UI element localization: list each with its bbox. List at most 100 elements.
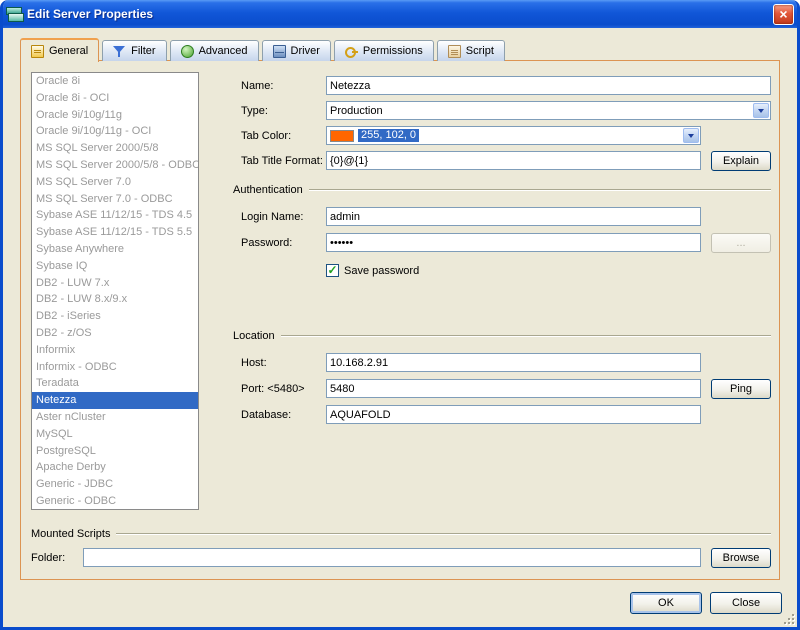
authentication-group-header: Authentication: [233, 183, 771, 197]
tab-filter-label: Filter: [131, 45, 156, 57]
host-label: Host:: [241, 356, 267, 369]
tab-color-select[interactable]: 255, 102, 0: [326, 126, 701, 145]
tab-filter[interactable]: Filter: [102, 40, 167, 61]
list-item[interactable]: Oracle 8i - OCI: [32, 90, 198, 107]
tab-permissions-label: Permissions: [362, 45, 423, 57]
database-row: Database:: [241, 405, 771, 424]
save-password-checkbox[interactable]: ✓: [326, 264, 339, 277]
filter-tab-icon: [113, 45, 126, 58]
folder-input[interactable]: [83, 548, 701, 567]
list-item[interactable]: Sybase Anywhere: [32, 241, 198, 258]
list-item[interactable]: Teradata: [32, 375, 198, 392]
database-label: Database:: [241, 408, 292, 421]
type-row: Type: Production: [241, 101, 771, 120]
list-item[interactable]: Sybase ASE 11/12/15 - TDS 5.5: [32, 224, 198, 241]
password-label: Password:: [241, 236, 293, 249]
list-item[interactable]: Sybase ASE 11/12/15 - TDS 4.5: [32, 207, 198, 224]
tab-color-row: Tab Color: 255, 102, 0: [241, 126, 771, 145]
tab-bar: General Filter Advanced Driver Permissio…: [20, 37, 505, 62]
login-name-row: Login Name:: [241, 207, 771, 226]
dialog-body: General Filter Advanced Driver Permissio…: [3, 28, 797, 627]
ping-button[interactable]: Ping: [711, 378, 771, 399]
location-group-header: Location: [233, 329, 771, 343]
color-swatch: [330, 129, 354, 142]
list-item[interactable]: MS SQL Server 7.0: [32, 174, 198, 191]
list-item[interactable]: Oracle 9i/10g/11g: [32, 107, 198, 124]
tab-color-label: Tab Color:: [241, 129, 292, 142]
permissions-tab-icon: [344, 45, 358, 58]
mounted-scripts-group-header: Mounted Scripts: [31, 527, 771, 541]
resize-grip[interactable]: [782, 612, 795, 625]
browse-button[interactable]: Browse: [711, 547, 771, 568]
login-name-input[interactable]: [326, 207, 701, 226]
list-item[interactable]: MySQL: [32, 426, 198, 443]
group-divider: [280, 335, 771, 337]
general-tab-panel: Oracle 8i Oracle 8i - OCI Oracle 9i/10g/11…: [20, 60, 780, 580]
tab-driver[interactable]: Driver: [261, 40, 331, 61]
tab-general[interactable]: General: [20, 38, 100, 62]
tab-color-value: 255, 102, 0: [358, 129, 420, 142]
titlebar[interactable]: Edit Server Properties ×: [3, 0, 797, 28]
driver-tab-icon: [272, 44, 286, 58]
location-title: Location: [233, 330, 275, 342]
list-item[interactable]: DB2 - LUW 8.x/9.x: [32, 291, 198, 308]
name-label: Name:: [241, 79, 274, 92]
list-item[interactable]: Informix - ODBC: [32, 359, 198, 376]
type-selected-value: Production: [330, 104, 383, 117]
chevron-down-icon[interactable]: [753, 103, 769, 118]
list-item[interactable]: Oracle 9i/10g/11g - OCI: [32, 123, 198, 140]
list-item[interactable]: Generic - JDBC: [32, 476, 198, 493]
port-row: Port: <5480> Ping: [241, 378, 771, 399]
close-icon[interactable]: ×: [773, 3, 794, 25]
host-input[interactable]: [326, 353, 701, 372]
name-row: Name:: [241, 76, 771, 95]
tab-driver-label: Driver: [290, 45, 320, 57]
list-item[interactable]: DB2 - LUW 7.x: [32, 275, 198, 292]
type-label: Type:: [241, 104, 268, 117]
server-type-list: Oracle 8i Oracle 8i - OCI Oracle 9i/10g/11…: [31, 72, 199, 510]
edit-server-properties-dialog: Edit Server Properties × General Filter …: [0, 0, 800, 630]
tab-title-format-input[interactable]: [326, 151, 701, 170]
general-tab-icon: [31, 44, 44, 58]
list-item[interactable]: Netezza: [32, 392, 198, 409]
login-name-label: Login Name:: [241, 210, 304, 223]
list-item[interactable]: Informix: [32, 342, 198, 359]
list-item[interactable]: MS SQL Server 2000/5/8 - ODBC: [32, 157, 198, 174]
tab-script[interactable]: Script: [436, 40, 505, 61]
tab-permissions[interactable]: Permissions: [333, 40, 434, 61]
list-item[interactable]: Generic - ODBC: [32, 493, 198, 509]
list-item[interactable]: Oracle 8i: [32, 73, 198, 90]
folder-label: Folder:: [31, 551, 66, 564]
list-item[interactable]: Aster nCluster: [32, 409, 198, 426]
list-item[interactable]: MS SQL Server 7.0 - ODBC: [32, 191, 198, 208]
group-divider: [308, 189, 771, 191]
advanced-tab-icon: [180, 44, 194, 58]
save-password-label: Save password: [344, 264, 420, 277]
ok-button[interactable]: OK: [630, 592, 702, 614]
list-item[interactable]: Apache Derby: [32, 459, 198, 476]
list-item[interactable]: Sybase IQ: [32, 258, 198, 275]
list-item[interactable]: MS SQL Server 2000/5/8: [32, 140, 198, 157]
dialog-footer: OK Close: [630, 592, 782, 614]
password-ellipsis-button[interactable]: ...: [711, 232, 771, 253]
script-tab-icon: [447, 44, 461, 58]
database-input[interactable]: [326, 405, 701, 424]
host-row: Host:: [241, 353, 771, 372]
close-button[interactable]: Close: [710, 592, 782, 614]
tab-script-label: Script: [465, 45, 494, 57]
explain-button[interactable]: Explain: [711, 150, 771, 171]
name-input[interactable]: [326, 76, 771, 95]
folder-row: Folder: Browse: [31, 547, 771, 568]
chevron-down-icon[interactable]: [683, 128, 699, 143]
tab-title-format-label: Tab Title Format:: [241, 154, 323, 167]
list-item[interactable]: PostgreSQL: [32, 443, 198, 460]
list-item[interactable]: DB2 - iSeries: [32, 308, 198, 325]
tab-advanced[interactable]: Advanced: [169, 40, 259, 61]
type-select[interactable]: Production: [326, 101, 771, 120]
tab-advanced-label: Advanced: [198, 45, 248, 57]
group-divider: [116, 533, 771, 535]
window-title: Edit Server Properties: [27, 7, 154, 21]
port-input[interactable]: [326, 379, 701, 398]
list-item[interactable]: DB2 - z/OS: [32, 325, 198, 342]
password-input[interactable]: [326, 233, 701, 252]
